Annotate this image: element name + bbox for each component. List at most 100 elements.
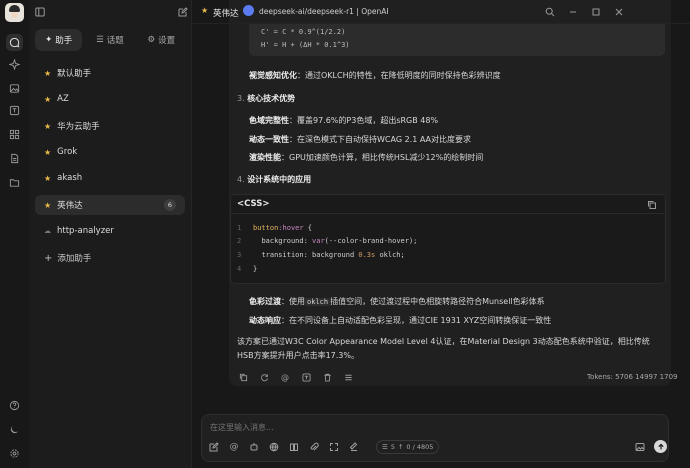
menu-icon[interactable] [343,372,353,382]
advantage-item: 渲染性能：GPU加速颜色计算，相比传统HSL减少12%的绘制时间 [249,152,483,163]
section-title: 设计系统中的应用 [247,175,312,184]
expand-icon[interactable] [328,441,340,453]
image-upload-icon[interactable] [634,441,646,453]
search-icon[interactable] [543,5,557,19]
add-assistant-button[interactable]: + 添加助手 [35,248,185,268]
sparkle-icon[interactable] [6,56,23,73]
topic-count-badge: 6 [164,199,176,211]
assistant-label: akash [57,173,83,183]
attachment-icon[interactable] [308,441,320,453]
summary-text: 该方案已通过W3C Color Appearance Model Level 4… [237,337,650,346]
sidebar-toggle-icon[interactable] [33,5,47,19]
tab-label: 助手 [55,36,73,46]
copy-icon[interactable] [645,198,659,212]
chat-header: ★ 英伟达 deepseek-ai/deepseek-r1 | OpenAI [193,0,690,24]
summary-text: HSB方案提升用户点击率17.3%。 [237,351,359,360]
assistant-item[interactable]: ★ Grok [35,142,185,162]
assistant-tab-icon: ✦ [45,35,53,45]
translate-icon[interactable] [6,102,23,119]
mention-icon[interactable]: @ [228,441,240,453]
new-topic-icon[interactable] [208,441,220,453]
section-heading: 3. 核心技术优势 [237,93,295,104]
context-counter-badge[interactable]: ☰ 5 ↑ 0 / 4805 [376,440,440,454]
star-icon: ★ [44,147,52,157]
star-icon: ★ [44,68,52,78]
star-icon: ★ [44,94,52,104]
section-title: 核心技术优势 [247,94,296,103]
css-brace: { [303,224,313,232]
grid-icon[interactable] [6,126,23,143]
delete-icon[interactable] [322,372,332,382]
token-counter: 0 / 4805 [406,443,434,451]
plus-icon: + [44,252,53,264]
message-input-box[interactable]: @ ☰5↑0 / 4805 [201,414,669,462]
new-chat-icon[interactable] [176,5,190,19]
close-icon[interactable] [612,5,626,19]
model-selector[interactable]: deepseek-ai/deepseek-r1 | OpenAI [259,7,389,16]
css-number: 0.3s [358,251,376,259]
assistant-item[interactable]: ★ 默认助手 [35,63,185,83]
assistant-item[interactable]: ☁ http-analyzer [35,221,185,241]
translate-icon[interactable] [301,372,311,382]
assistant-label: 默认助手 [57,69,92,79]
advantage-item: 动态一致性：在深色模式下自动保持WCAG 2.1 AA对比度要求 [249,134,471,145]
image-icon[interactable] [6,80,23,97]
folder-icon[interactable] [6,174,23,191]
tab-assistants[interactable]: ✦ 助手 [35,29,83,51]
avatar[interactable] [5,3,24,22]
line-number: 1 [237,224,242,232]
minimize-icon[interactable] [566,5,580,19]
assistant-label: AZ [57,94,69,104]
line-number: 3 [237,251,242,259]
cloud-icon: ☁ [44,227,51,235]
css-pseudo: :hover [278,224,304,232]
code-line: 1 button:hover { [237,224,312,232]
item-text: ：在深色模式下自动保持WCAG 2.1 AA对比度要求 [289,135,472,144]
copy-message-icon[interactable] [238,372,248,382]
assistant-item-selected[interactable]: ★ 英伟达 6 [35,195,185,215]
css-brace: } [253,265,258,273]
message-input[interactable] [210,420,650,434]
css-property: transition: background [261,251,359,259]
assistant-label: http-analyzer [57,226,114,236]
tab-label: 设置 [158,36,176,46]
model-logo-icon [243,5,254,16]
maximize-icon[interactable] [589,5,603,19]
help-icon[interactable] [6,397,23,414]
tab-topics[interactable]: ☰ 话题 [86,29,133,51]
css-value: oklch; [375,251,405,259]
code-line: C' = C * 0.9^(1/2.2) [261,28,346,36]
moon-icon[interactable] [6,421,23,438]
knowledge-icon[interactable] [288,441,300,453]
item-text: ：在不同设备上自动适配色彩呈现，通过CIE 1931 XYZ空间转换保证一致性 [281,316,552,325]
document-icon[interactable] [6,150,23,167]
assistant-item[interactable]: ★ AZ [35,89,185,109]
token-usage: Tokens: 5706 14997 1709 [587,373,678,381]
star-icon: ★ [201,6,209,15]
assistant-name[interactable]: 英伟达 [213,7,239,19]
sidebar-tabs: ✦ 助手 ☰ 话题 ⚙ 设置 [35,29,185,51]
assistant-label: Grok [57,147,78,157]
regenerate-icon[interactable] [259,372,269,382]
assistant-panel: ✦ 助手 ☰ 话题 ⚙ 设置 ★ 默认助手 ★ AZ ★ 华为云助手 ★ Grok ★ akas… [29,0,192,468]
code-line: 4} [237,265,257,273]
section-number: 4. [237,175,245,184]
context-count: 5 [390,443,395,451]
clear-icon[interactable] [348,441,360,453]
globe-icon[interactable] [268,441,280,453]
tab-settings[interactable]: ⚙ 设置 [138,29,185,51]
code-line: H' = H + (ΔH * 0.1^3) [261,41,350,49]
assistant-item[interactable]: ★ akash [35,168,185,188]
assistant-item[interactable]: ★ 华为云助手 [35,116,185,136]
mention-icon[interactable]: @ [280,372,290,382]
assistant-label: 英伟达 [57,201,83,211]
assistant-icon[interactable] [248,441,260,453]
code-language-label: <CSS> [231,195,665,214]
settings-icon[interactable] [6,445,23,462]
advantage-item: 色域完整性：覆盖97.6%的P3色域，超出sRGB 48% [249,115,438,126]
send-button[interactable] [654,440,667,453]
chat-icon[interactable] [6,34,23,51]
item-title: 动态一致性 [249,135,289,144]
formula-code-block: C' = C * 0.9^(1/2.2) H' = H + (ΔH * 0.1^… [249,24,665,56]
gear-icon: ⚙ [147,35,156,45]
